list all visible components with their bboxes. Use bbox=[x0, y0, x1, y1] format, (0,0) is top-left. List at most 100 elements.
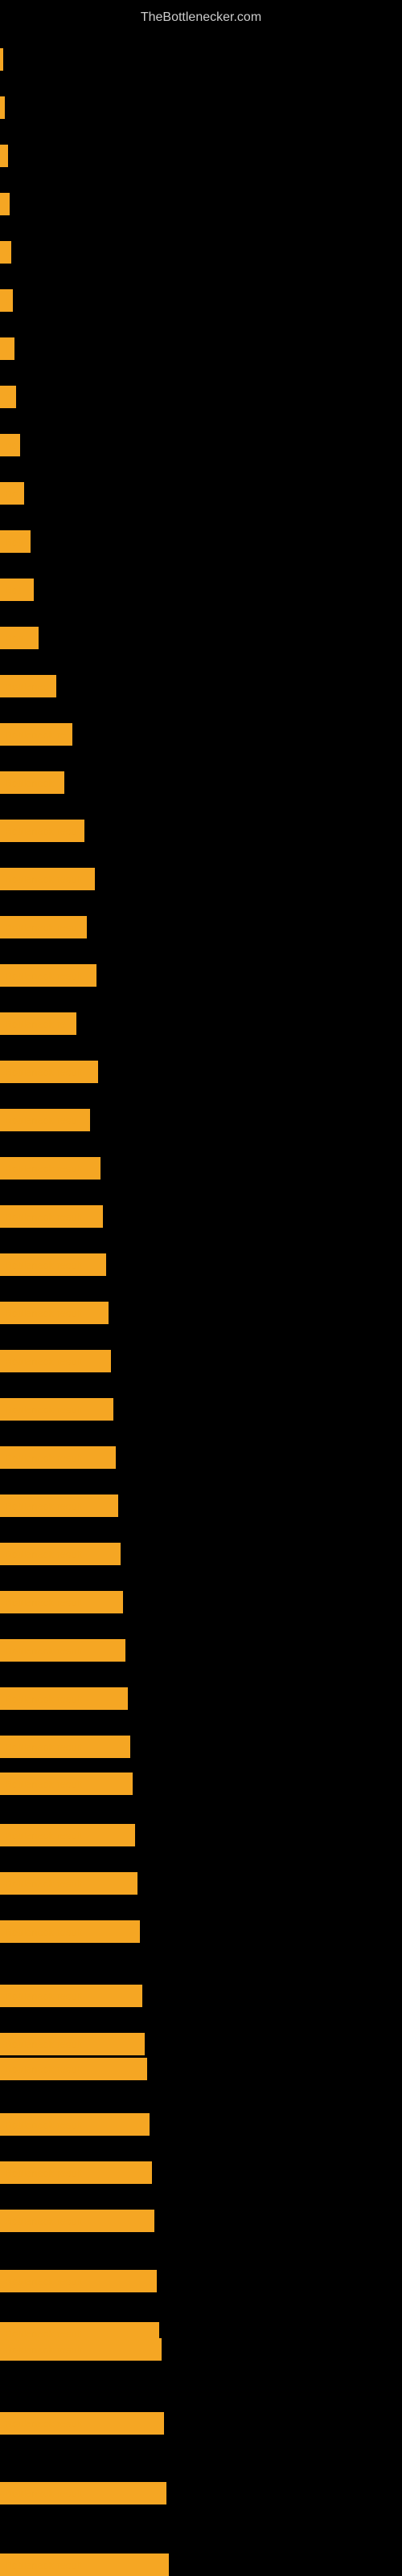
bar: Bottleneck result bbox=[0, 1302, 109, 1324]
bar: Bottleneck result bbox=[0, 2554, 169, 2576]
bar: Bo bbox=[0, 434, 20, 456]
bar-row: F bbox=[0, 337, 402, 360]
bar-row: Bottleneck result bbox=[0, 1350, 402, 1372]
bar-label: Bottleneck result bbox=[3, 970, 82, 982]
bar: F bbox=[0, 193, 10, 215]
bar-label: Bottleneck result bbox=[3, 2038, 82, 2051]
bar: Bottleneck result bbox=[0, 2161, 152, 2184]
bar-row: Bottleneck result bbox=[0, 2161, 402, 2184]
bar-row: Bott bbox=[0, 627, 402, 649]
bar-row: Bottleneck result bbox=[0, 1157, 402, 1180]
bar-row: Bottleneck result bbox=[0, 1302, 402, 1324]
bar: Bott bbox=[0, 530, 31, 553]
bar: B bbox=[0, 241, 11, 264]
bar-row: F bbox=[0, 145, 402, 167]
bar: Bottleneck result bbox=[0, 1687, 128, 1710]
bar: Bottlenec bbox=[0, 675, 56, 697]
bar-row: Bottleneck result bbox=[0, 2482, 402, 2504]
bar: Bottleneck result bbox=[0, 1253, 106, 1276]
bar: Bo bbox=[0, 482, 24, 505]
bar-row: Bottleneck result bbox=[0, 1494, 402, 1517]
bar-label: Bo bbox=[3, 488, 18, 500]
bar-row: B bbox=[0, 386, 402, 408]
bar: Bottleneck result bbox=[0, 2058, 147, 2080]
bar: Bottleneck result bbox=[0, 1446, 116, 1469]
bar-label: Bottleneck result bbox=[3, 2167, 82, 2179]
bar-label: Bot bbox=[3, 584, 21, 596]
bar-label: Bottleneck result bbox=[3, 873, 82, 885]
bar-row: Bottleneck result bbox=[0, 1591, 402, 1613]
bar-row: Bottlenec bbox=[0, 675, 402, 697]
bar-row: Bottleneck result bbox=[0, 1543, 402, 1565]
bar-row: Bottleneck result bbox=[0, 2058, 402, 2080]
bar: Bot bbox=[0, 579, 34, 601]
bar-row: Bottleneck result bbox=[0, 2338, 402, 2361]
bar: Bottleneck resu bbox=[0, 820, 84, 842]
bar-label: Bottleneck result bbox=[3, 1452, 82, 1464]
bar-row: Bottleneck result bbox=[0, 1205, 402, 1228]
bar-label: Bottleneck result bbox=[3, 1830, 82, 1842]
bar-row: Bottleneck result bbox=[0, 1736, 402, 1758]
bar-row bbox=[0, 96, 402, 119]
bar-label: Bott bbox=[3, 536, 23, 548]
bar-row: Bottleneck result bbox=[0, 2210, 402, 2232]
bar: Bottleneck result bbox=[0, 1824, 135, 1846]
bar-label: Bott bbox=[3, 632, 23, 644]
bar: Bott bbox=[0, 627, 39, 649]
bar-label: Bottleneck result bbox=[3, 1990, 82, 2002]
bar-row: Bottleneck re bbox=[0, 1012, 402, 1035]
bar: F bbox=[0, 145, 8, 167]
bar: Bottleneck result bbox=[0, 1591, 123, 1613]
bar: Bottleneck result bbox=[0, 2210, 154, 2232]
bar: Bottleneck result bbox=[0, 1205, 103, 1228]
bar-row: Bo bbox=[0, 482, 402, 505]
bar-label: Bottleneck result bbox=[3, 1778, 82, 1790]
bar: Bottleneck result bbox=[0, 1920, 140, 1943]
bar-label: Bottleneck re bbox=[3, 729, 66, 741]
bar-label: Bottleneck result bbox=[3, 2215, 82, 2227]
bar-label: Bottleneck result bbox=[3, 1693, 82, 1705]
bar: Bottleneck result bbox=[0, 1157, 100, 1180]
bar-row: F bbox=[0, 193, 402, 215]
bar-row: Bott bbox=[0, 530, 402, 553]
bar-row: Bottleneck resu bbox=[0, 820, 402, 842]
bar: Bottleneck re bbox=[0, 723, 72, 746]
bar: Bottleneck resu bbox=[0, 1109, 90, 1131]
bar-label: Bottleneck result bbox=[3, 1548, 82, 1560]
bar-label: Bottleneck result bbox=[3, 1500, 82, 1512]
bar: Bottleneck result bbox=[0, 2412, 164, 2435]
bar-row: Bottleneck result bbox=[0, 2412, 402, 2435]
bar-label: F bbox=[3, 198, 10, 211]
bar-row: Bottleneck result bbox=[0, 1872, 402, 1895]
bar: B bbox=[0, 386, 16, 408]
bar-label: Bottleneck re bbox=[3, 1018, 66, 1030]
bar-label: Bottleneck result bbox=[3, 1926, 82, 1938]
bar: Bottleneck result bbox=[0, 2482, 166, 2504]
bar-label: B bbox=[3, 391, 12, 403]
site-title: TheBottlenecker.com bbox=[0, 4, 402, 31]
bar-row: B bbox=[0, 241, 402, 264]
bar: F bbox=[0, 337, 14, 360]
bar-label: Bottleneck result bbox=[3, 1307, 82, 1319]
bar-label: Bo bbox=[3, 440, 18, 452]
bar-row: Bottleneck result bbox=[0, 1639, 402, 1662]
bar-label: Bottleneck result bbox=[3, 2488, 82, 2500]
bar-label: F bbox=[3, 343, 11, 355]
bar-row: Bottleneck bbox=[0, 771, 402, 794]
bar: Bottleneck resu bbox=[0, 916, 87, 938]
bar-row: Bottleneck result bbox=[0, 1920, 402, 1943]
bar: Bottleneck result bbox=[0, 2270, 157, 2292]
bar-row: Bottleneck result bbox=[0, 1773, 402, 1795]
bar: Bottleneck result bbox=[0, 1773, 133, 1795]
bar-row bbox=[0, 48, 402, 71]
bar bbox=[0, 48, 3, 71]
bar-label: Bottleneck result bbox=[3, 1597, 82, 1609]
bar-label: Bottleneck resu bbox=[3, 922, 77, 934]
bar-label: Bottleneck result bbox=[3, 1163, 82, 1175]
bar: Bottleneck result bbox=[0, 2033, 145, 2055]
bar: Bottleneck result bbox=[0, 2113, 150, 2136]
bar-label: F bbox=[3, 295, 11, 307]
bar-row: Bottleneck result bbox=[0, 1446, 402, 1469]
bar-row: Bottleneck result bbox=[0, 1687, 402, 1710]
bar-label: Bottleneck result bbox=[3, 1259, 82, 1271]
